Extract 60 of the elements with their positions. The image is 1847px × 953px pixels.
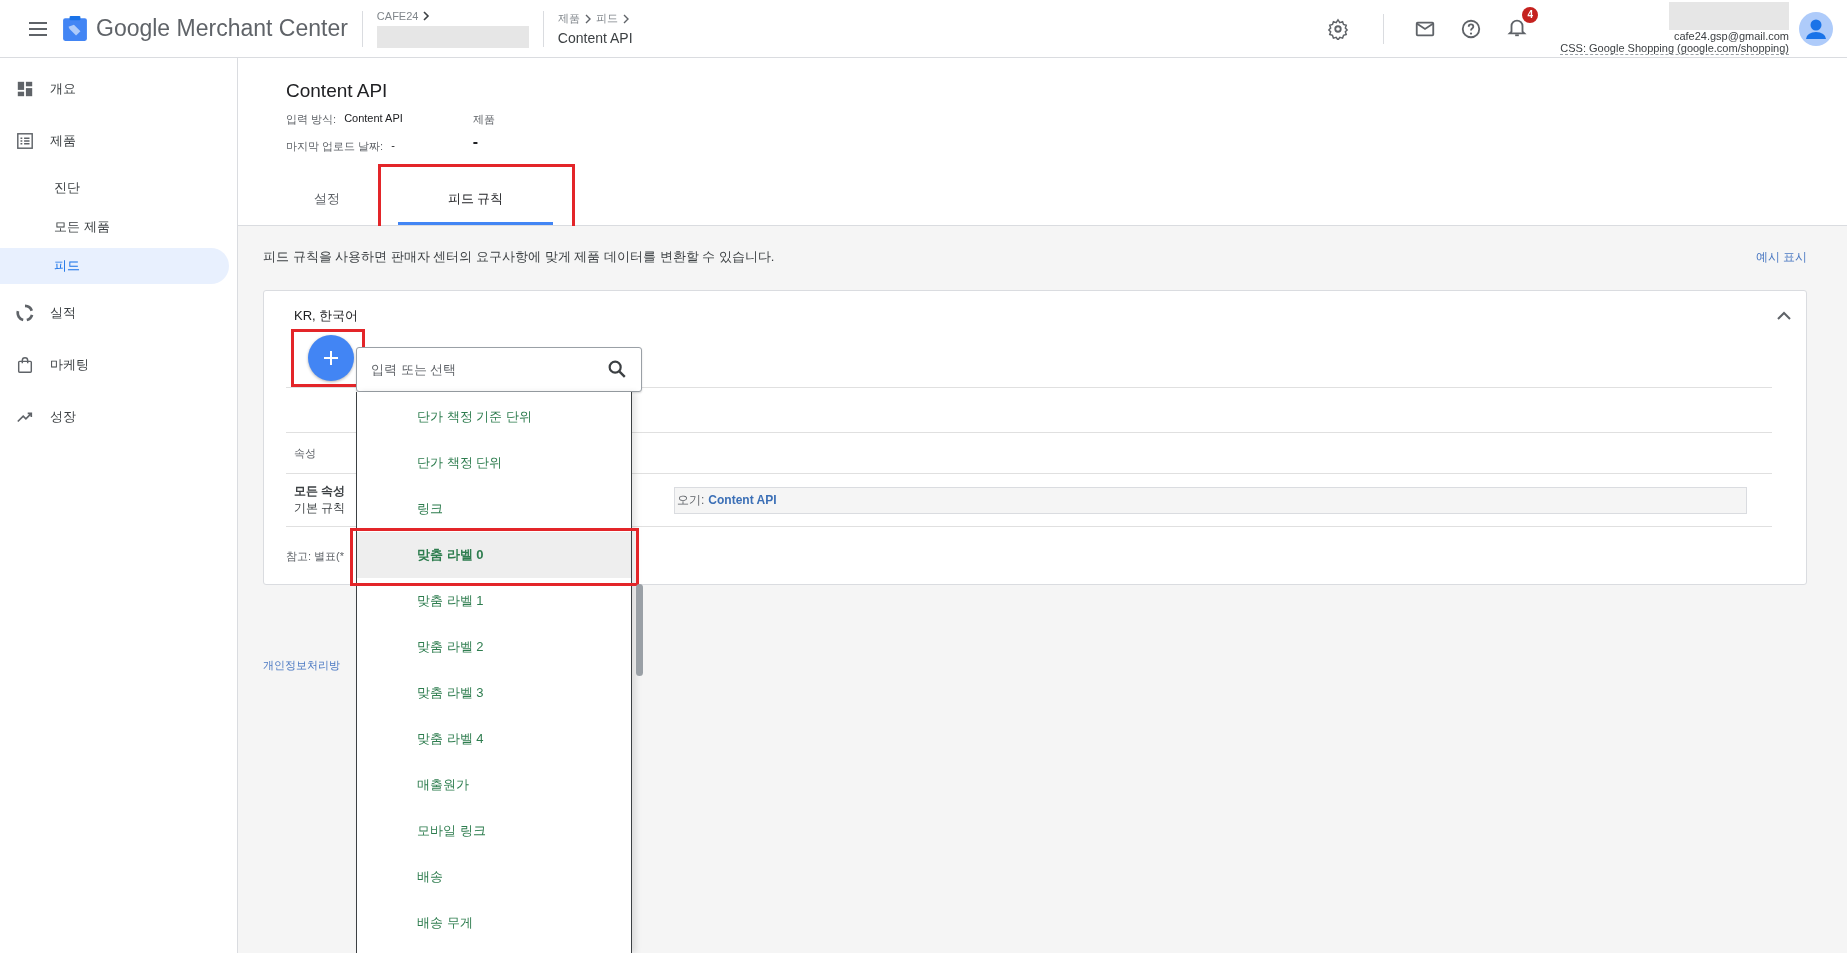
dashboard-icon — [16, 80, 34, 98]
stat-value: - — [472, 133, 480, 151]
nav-item[interactable]: 모든 제품 — [0, 209, 229, 245]
dropdown-option[interactable]: 맞춤 라벨 3 — [357, 670, 631, 716]
nav-item[interactable]: 실적 — [0, 290, 237, 336]
page-name: Content API — [557, 30, 633, 46]
account-email: cafe24.gsp@gmail.com — [1673, 30, 1789, 42]
search-field[interactable]: 입력 또는 선택 — [356, 347, 642, 392]
plus-icon — [321, 348, 341, 368]
app-title: Google Merchant Center — [96, 15, 348, 42]
nav-item[interactable]: 개요 — [0, 66, 237, 112]
nav-item[interactable]: 피드 — [0, 248, 229, 284]
breadcrumb-link[interactable]: 피드 — [595, 11, 618, 26]
field-label: 마지막 업로드 날짜: — [286, 139, 384, 154]
source-label: 오기: — [677, 491, 705, 509]
attribute-name: 모든 속성 — [294, 483, 346, 500]
nav-item[interactable]: 진단 — [0, 170, 229, 206]
nav-item[interactable]: 마케팅 — [0, 342, 237, 388]
field-value: Content API — [344, 112, 403, 126]
privacy-link[interactable]: 개인정보처리방 — [263, 659, 340, 671]
example-link[interactable]: 예시 표시 — [1755, 248, 1807, 266]
dropdown-option[interactable]: 맞춤 라벨 1 — [357, 578, 631, 624]
card-title: KR, 한국어 — [294, 307, 359, 325]
notification-badge: 4 — [1522, 6, 1539, 23]
note-text: 참고: 별표(* — [286, 550, 345, 562]
account-label: CAFE24 — [376, 9, 419, 22]
scrollbar-thumb[interactable] — [636, 584, 643, 676]
chevron-right-icon — [421, 10, 432, 21]
dropdown-option[interactable]: 맞춤 라벨 4 — [357, 716, 631, 762]
stat-label: 제품 — [472, 112, 495, 127]
column-header: 속성 — [294, 445, 316, 461]
add-button[interactable] — [308, 335, 354, 381]
dropdown-option[interactable]: 단가 책정 단위 — [357, 440, 631, 486]
help-icon[interactable] — [1460, 17, 1483, 40]
css-label[interactable]: CSS: Google Shopping (google.com/shopping) — [1560, 42, 1789, 55]
dropdown-option[interactable]: 맞춤 라벨 2 — [357, 624, 631, 670]
dropdown-option[interactable]: 맞춤 라벨 0 — [357, 532, 631, 578]
list-icon — [16, 132, 34, 150]
description-text: 피드 규칙을 사용하면 판매자 센터의 요구사항에 맞게 제품 데이터를 변환할 수 있습니다. — [263, 248, 775, 266]
tab[interactable]: 설정 — [294, 180, 360, 225]
nav-item[interactable]: 성장 — [0, 394, 237, 440]
dropdown-option[interactable]: 단가 책정 기준 단위 — [357, 394, 631, 440]
bag-icon — [16, 356, 34, 374]
avatar-icon[interactable] — [1799, 11, 1833, 46]
feed-title: Content API — [286, 80, 389, 102]
ring-chart-icon — [16, 304, 34, 322]
dropdown-option[interactable]: 매출원가 — [357, 762, 631, 808]
breadcrumb-link[interactable]: 제품 — [557, 11, 580, 26]
dropdown-option[interactable]: 배송 — [357, 854, 631, 900]
search-icon[interactable] — [606, 358, 628, 380]
field-value: - — [391, 139, 395, 153]
source-link[interactable]: Content API — [708, 493, 777, 507]
field-label: 입력 방식: — [286, 112, 337, 127]
settings-icon[interactable] — [1327, 17, 1350, 40]
nav-item[interactable]: 제품 — [0, 118, 237, 164]
tag-logo-icon — [62, 15, 88, 42]
dropdown-option[interactable]: 모바일 링크 — [357, 808, 631, 854]
dropdown-option[interactable]: 배송 무게 — [357, 900, 631, 946]
dropdown-option[interactable]: 링크 — [357, 486, 631, 532]
rule-name: 기본 규칙 — [294, 500, 346, 517]
